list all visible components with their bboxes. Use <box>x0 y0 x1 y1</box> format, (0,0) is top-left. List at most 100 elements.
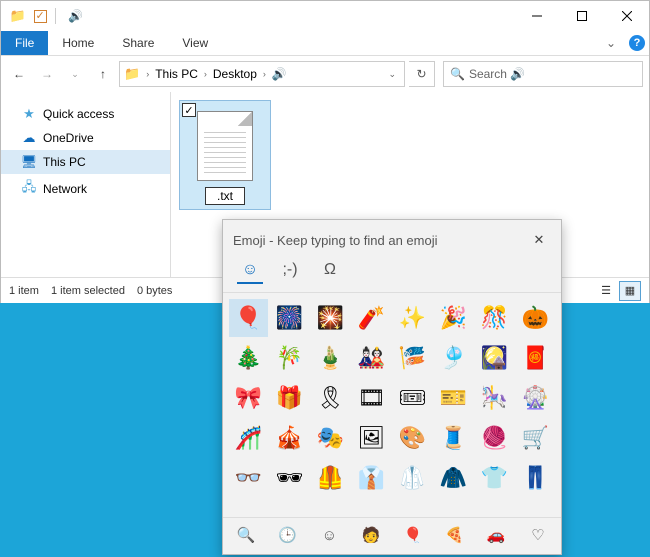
emoji-category[interactable]: ☺ <box>316 522 342 548</box>
sidebar-item-onedrive[interactable]: ☁OneDrive <box>1 126 170 150</box>
emoji-cell[interactable]: 🧨 <box>352 299 391 337</box>
status-size: 0 bytes <box>137 285 172 297</box>
file-checkbox[interactable]: ✓ <box>182 103 196 117</box>
emoji-cell[interactable]: 🎀 <box>229 379 268 417</box>
emoji-cell[interactable]: 🛒 <box>516 419 555 457</box>
view-large-icons-button[interactable]: ▦ <box>619 281 641 301</box>
qat-properties-toggle[interactable] <box>31 7 49 25</box>
chevron-right-icon: › <box>261 69 268 79</box>
breadcrumb-folder[interactable]: Desktop <box>213 67 257 81</box>
emoji-category[interactable]: 🕒 <box>275 522 301 548</box>
emoji-cell[interactable]: 🎏 <box>393 339 432 377</box>
tab-share[interactable]: Share <box>108 31 168 55</box>
star-icon: ★ <box>21 106 37 122</box>
emoji-cell[interactable]: 🧧 <box>516 339 555 377</box>
help-button[interactable]: ? <box>625 31 649 55</box>
maximize-button[interactable] <box>559 1 604 31</box>
emoji-category[interactable]: 🎈 <box>400 522 426 548</box>
emoji-picker-title: Emoji - Keep typing to find an emoji <box>233 233 438 248</box>
refresh-button[interactable]: ↻ <box>409 61 435 87</box>
emoji-category[interactable]: 🔍 <box>233 522 259 548</box>
emoji-cell[interactable]: 🧵 <box>434 419 473 457</box>
address-bar[interactable]: 📁 › This PC › Desktop › 🔊 ⌄ <box>119 61 405 87</box>
status-selected: 1 item selected <box>51 285 125 297</box>
emoji-close-button[interactable]: ✕ <box>527 228 551 252</box>
window-title: 🔊 <box>68 9 83 23</box>
folder-icon: 📁 <box>124 66 140 82</box>
nav-up-button[interactable]: ↑ <box>91 62 115 86</box>
emoji-cell[interactable]: 🎐 <box>434 339 473 377</box>
file-item[interactable]: ✓ .txt <box>179 100 271 210</box>
emoji-cell[interactable]: 🎋 <box>270 339 309 377</box>
emoji-cell[interactable]: 🎑 <box>475 339 514 377</box>
emoji-category[interactable]: ♡ <box>525 522 551 548</box>
emoji-cell[interactable]: 🎃 <box>516 299 555 337</box>
search-input[interactable]: 🔍 Search 🔊 <box>443 61 643 87</box>
emoji-cell[interactable]: 🎞 <box>352 379 391 417</box>
emoji-cell[interactable]: 🎍 <box>311 339 350 377</box>
emoji-cell[interactable]: 🎗 <box>311 379 350 417</box>
emoji-cell[interactable]: 🎊 <box>475 299 514 337</box>
folder-icon <box>9 7 27 25</box>
search-icon: 🔍 <box>450 67 465 81</box>
emoji-cell[interactable]: 🎉 <box>434 299 473 337</box>
emoji-cell[interactable]: 🎢 <box>229 419 268 457</box>
emoji-cell[interactable]: 🎟 <box>393 379 432 417</box>
tab-home[interactable]: Home <box>48 31 108 55</box>
nav-recent-dropdown[interactable]: ⌄ <box>63 62 87 86</box>
emoji-cell[interactable]: 🥼 <box>393 459 432 497</box>
emoji-cell[interactable]: 🎠 <box>475 379 514 417</box>
sidebar-item-this-pc[interactable]: 🖥This PC <box>1 150 170 174</box>
emoji-cell[interactable]: 🎄 <box>229 339 268 377</box>
search-placeholder: Search 🔊 <box>469 67 525 81</box>
emoji-cell[interactable]: 👕 <box>475 459 514 497</box>
emoji-cell[interactable]: 🦺 <box>311 459 350 497</box>
nav-back-button[interactable]: ← <box>7 62 31 86</box>
emoji-cell[interactable]: 🎨 <box>393 419 432 457</box>
tab-file[interactable]: File <box>1 31 48 55</box>
breadcrumb-root[interactable]: This PC <box>155 67 198 81</box>
emoji-cell[interactable]: ✨ <box>393 299 432 337</box>
sidebar-item-network[interactable]: 🖧Network <box>1 174 170 204</box>
tab-view[interactable]: View <box>168 31 222 55</box>
emoji-cell[interactable]: 👓 <box>229 459 268 497</box>
tab-symbols[interactable]: Ω <box>317 258 343 284</box>
emoji-category[interactable]: 🧑 <box>358 522 384 548</box>
emoji-cell[interactable]: 🧶 <box>475 419 514 457</box>
nav-row: ← → ⌄ ↑ 📁 › This PC › Desktop › 🔊 ⌄ ↻ 🔍 … <box>1 56 649 92</box>
tab-kaomoji[interactable]: ;-) <box>277 258 303 284</box>
ribbon-tabs: File Home Share View ⌄ ? <box>1 31 649 56</box>
emoji-cell[interactable]: 🎎 <box>352 339 391 377</box>
emoji-cell[interactable]: 🎭 <box>311 419 350 457</box>
emoji-category[interactable]: 🍕 <box>442 522 468 548</box>
address-dropdown[interactable]: ⌄ <box>384 69 400 80</box>
sidebar: ★Quick access ☁OneDrive 🖥This PC 🖧Networ… <box>1 92 171 277</box>
emoji-grid: 🎈🎆🎇🧨✨🎉🎊🎃 🎄🎋🎍🎎🎏🎐🎑🧧 🎀🎁🎗🎞🎟🎫🎠🎡 🎢🎪🎭🖼🎨🧵🧶🛒 👓🕶🦺👔🥼🧥👕👖 <box>223 293 561 517</box>
emoji-cell[interactable]: 🎆 <box>270 299 309 337</box>
emoji-cell[interactable]: 👖 <box>516 459 555 497</box>
emoji-cell[interactable]: 🎇 <box>311 299 350 337</box>
sidebar-item-quick-access[interactable]: ★Quick access <box>1 102 170 126</box>
tab-emoji[interactable]: ☺ <box>237 258 263 284</box>
emoji-cell[interactable]: 🧥 <box>434 459 473 497</box>
network-icon: 🖧 <box>21 178 37 200</box>
file-name-input[interactable]: .txt <box>205 187 245 205</box>
ribbon-expand-icon[interactable]: ⌄ <box>597 31 625 55</box>
minimize-button[interactable] <box>514 1 559 31</box>
text-file-icon <box>197 111 253 181</box>
close-button[interactable] <box>604 1 649 31</box>
chevron-right-icon: › <box>144 69 151 79</box>
emoji-cell[interactable]: 🎁 <box>270 379 309 417</box>
emoji-cell[interactable]: 🎈 <box>229 299 268 337</box>
emoji-cell[interactable]: 🖼 <box>352 419 391 457</box>
emoji-cell[interactable]: 🕶 <box>270 459 309 497</box>
emoji-cell[interactable]: 👔 <box>352 459 391 497</box>
emoji-cell[interactable]: 🎫 <box>434 379 473 417</box>
view-details-button[interactable]: ☰ <box>595 281 617 301</box>
emoji-cell[interactable]: 🎪 <box>270 419 309 457</box>
emoji-cell[interactable]: 🎡 <box>516 379 555 417</box>
emoji-category[interactable]: 🚗 <box>483 522 509 548</box>
chevron-right-icon: › <box>202 69 209 79</box>
nav-forward-button[interactable]: → <box>35 62 59 86</box>
breadcrumb-leaf[interactable]: 🔊 <box>272 67 287 81</box>
